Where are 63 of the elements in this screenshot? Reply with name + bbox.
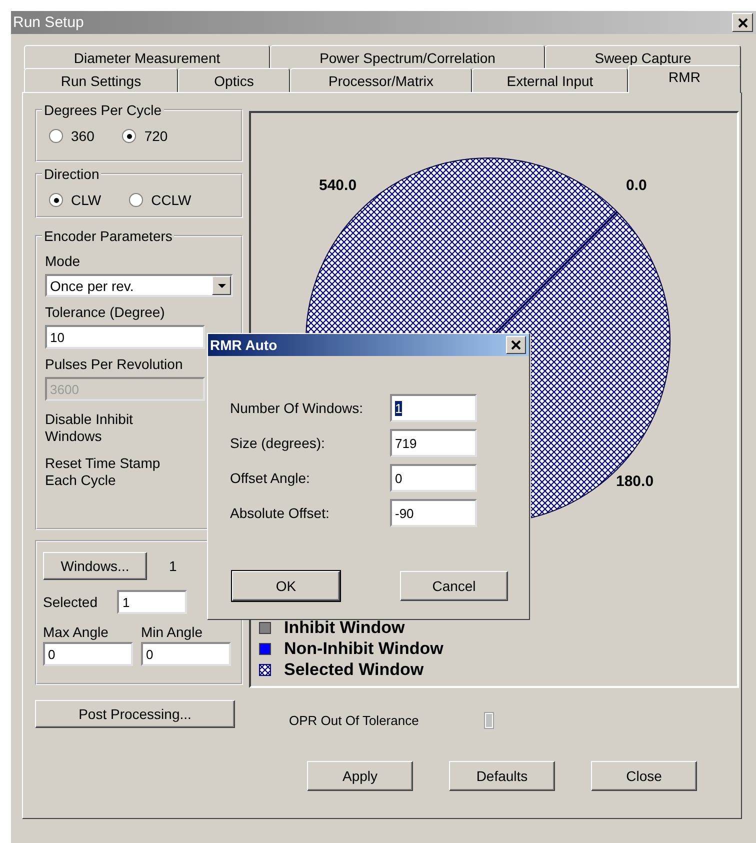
windows-button[interactable]: Windows...: [43, 552, 147, 580]
window-title: Run Setup: [13, 14, 84, 31]
field-label: Size (degrees):: [230, 435, 326, 451]
input-field[interactable]: 0: [390, 464, 477, 492]
post-processing-button[interactable]: Post Processing...: [35, 700, 235, 728]
tab[interactable]: External Input: [472, 68, 628, 92]
radio-button[interactable]: [129, 193, 144, 207]
radio-label[interactable]: 720: [144, 128, 168, 144]
close-button[interactable]: [732, 13, 753, 32]
input-field[interactable]: 1: [117, 590, 188, 614]
angle-label: 180.0: [616, 473, 654, 490]
close-button[interactable]: [506, 336, 526, 354]
input-field[interactable]: 10: [45, 325, 205, 349]
window-count: 1: [169, 558, 177, 574]
radio-button[interactable]: [122, 129, 136, 143]
field-label: Tolerance (Degree): [45, 303, 166, 321]
input-field[interactable]: 719: [390, 429, 477, 457]
radio-button[interactable]: [49, 129, 63, 143]
close-icon: [511, 340, 521, 350]
cancel-button[interactable]: Cancel: [400, 571, 508, 601]
close-icon: [738, 18, 748, 28]
dialog-button[interactable]: Close: [591, 761, 697, 791]
radio-button[interactable]: [49, 193, 63, 207]
input-field[interactable]: 1: [390, 394, 477, 422]
option-label: Reset Time Stamp Each Cycle: [45, 455, 162, 489]
caret-icon: [218, 284, 226, 288]
field-label: Min Angle: [141, 624, 204, 640]
legend-label: Non-Inhibit Window: [284, 639, 444, 659]
radio-label[interactable]: CLW: [71, 192, 102, 208]
dialog-button[interactable]: Apply: [307, 761, 413, 791]
group-title: Degrees Per Cycle: [43, 102, 162, 118]
angle-label: 0.0: [626, 177, 647, 194]
tab[interactable]: Run Settings: [24, 68, 178, 92]
group-title: Encoder Parameters: [43, 228, 174, 244]
tab[interactable]: Processor/Matrix: [290, 68, 472, 92]
radio-label[interactable]: 360: [71, 128, 94, 144]
input-field[interactable]: 0: [141, 642, 231, 666]
input-field[interactable]: 0: [43, 642, 133, 666]
legend-label: Selected Window: [284, 660, 424, 680]
field-label: Number Of Windows:: [230, 400, 364, 416]
tab[interactable]: RMR: [628, 65, 741, 93]
field-label: Mode: [45, 252, 82, 270]
status-label: OPR Out Of Tolerance: [289, 712, 420, 728]
option-label: Disable Inhibit Windows: [45, 411, 134, 445]
legend-swatch: [259, 664, 271, 676]
tab[interactable]: Power Spectrum/Correlation: [270, 45, 545, 69]
tab[interactable]: Diameter Measurement: [24, 45, 270, 69]
tab[interactable]: Optics: [178, 68, 290, 92]
field-label: Max Angle: [43, 624, 110, 640]
dialog-button[interactable]: Defaults: [449, 761, 555, 791]
dropdown-button[interactable]: [212, 276, 231, 295]
input-field[interactable]: -90: [390, 499, 477, 527]
angle-label: 540.0: [319, 177, 357, 194]
field-label: Absolute Offset:: [230, 505, 330, 521]
ok-button[interactable]: OK: [232, 571, 340, 601]
dialog-title: RMR Auto: [210, 337, 278, 353]
group-title: Direction: [43, 166, 100, 182]
legend-label: Inhibit Window: [284, 618, 405, 638]
radio-label[interactable]: CCLW: [151, 192, 192, 208]
mode-dropdown[interactable]: Once per rev.: [45, 274, 233, 297]
field-label: Selected: [43, 594, 98, 610]
field-label: Offset Angle:: [230, 470, 311, 486]
field-label: Pulses Per Revolution: [45, 355, 184, 373]
